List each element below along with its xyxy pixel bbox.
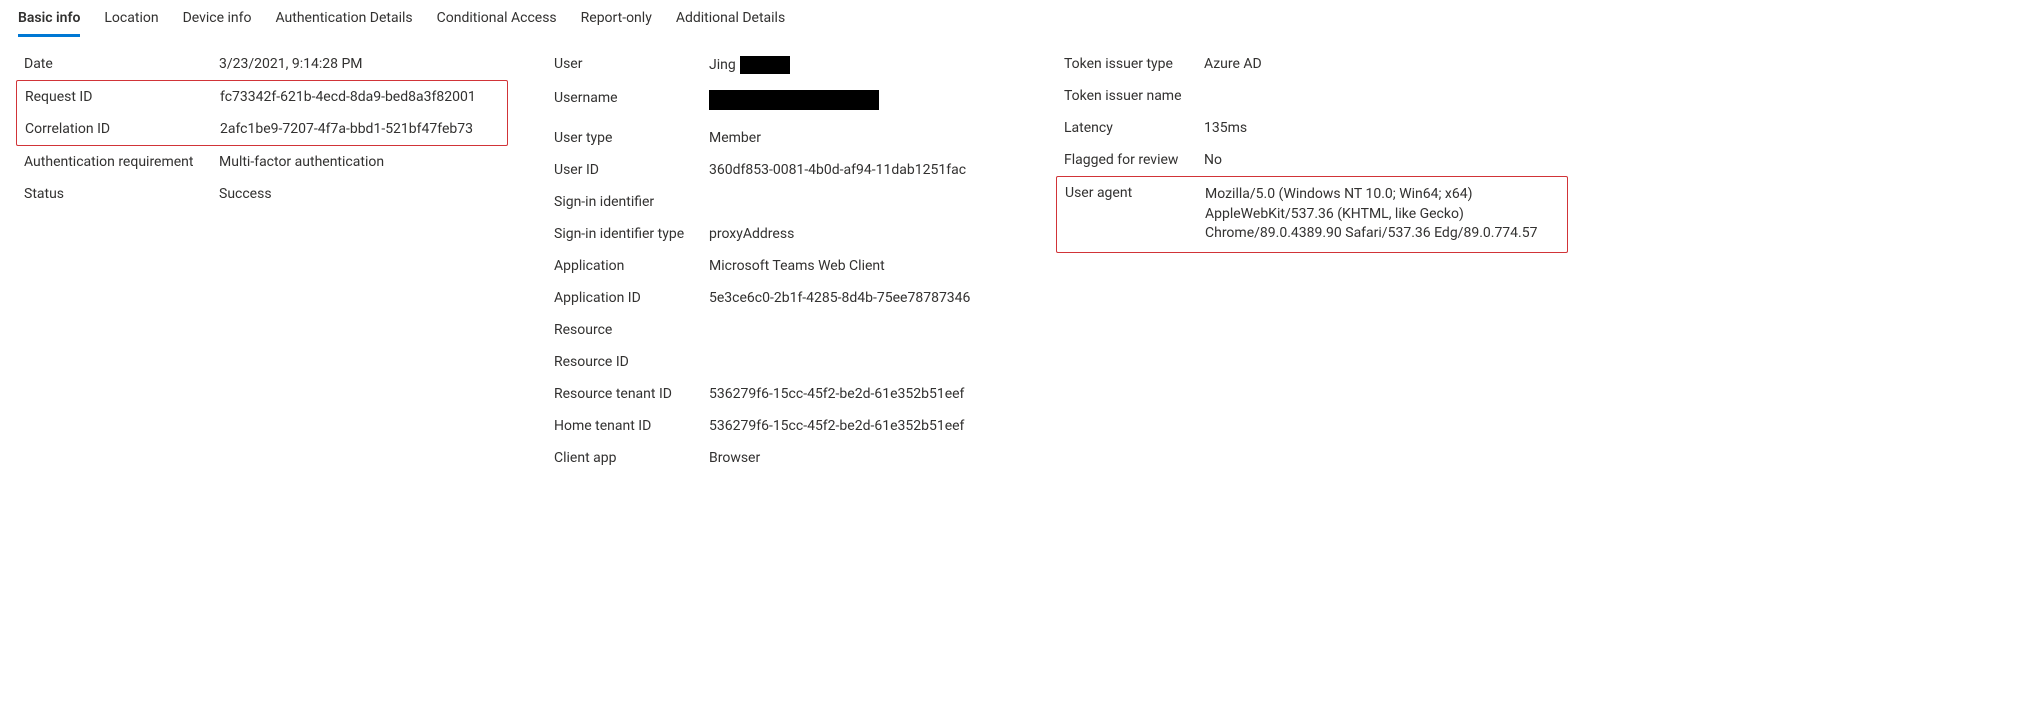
- row-request-id: Request ID fc73342f-621b-4ecd-8da9-bed8a…: [17, 81, 507, 113]
- label-signin-identifier-type: Sign-in identifier type: [554, 226, 709, 242]
- row-flagged: Flagged for review No: [1058, 144, 1568, 176]
- value-resource-tenant-id: 536279f6-15cc-45f2-be2d-61e352b51eef: [709, 386, 1012, 402]
- row-application-id: Application ID 5e3ce6c0-2b1f-4285-8d4b-7…: [548, 282, 1018, 314]
- label-date: Date: [24, 56, 219, 72]
- row-latency: Latency 135ms: [1058, 112, 1568, 144]
- value-signin-identifier-type: proxyAddress: [709, 226, 1012, 242]
- label-user-agent: User agent: [1065, 185, 1205, 201]
- value-correlation-id: 2afc1be9-7207-4f7a-bbd1-521bf47feb73: [220, 121, 501, 137]
- redacted-user-surname: [740, 56, 790, 74]
- tab-report-only[interactable]: Report-only: [581, 6, 652, 37]
- label-latency: Latency: [1064, 120, 1204, 136]
- row-home-tenant-id: Home tenant ID 536279f6-15cc-45f2-be2d-6…: [548, 410, 1018, 442]
- row-username: Username: [548, 82, 1018, 122]
- tab-basic-info[interactable]: Basic info: [18, 6, 80, 37]
- row-token-issuer-name: Token issuer name: [1058, 80, 1568, 112]
- label-request-id: Request ID: [25, 89, 220, 105]
- row-resource: Resource: [548, 314, 1018, 346]
- label-flagged: Flagged for review: [1064, 152, 1204, 168]
- tab-location[interactable]: Location: [104, 6, 158, 37]
- label-application: Application: [554, 258, 709, 274]
- value-user-agent: Mozilla/5.0 (Windows NT 10.0; Win64; x64…: [1205, 185, 1561, 244]
- highlight-request-correlation: Request ID fc73342f-621b-4ecd-8da9-bed8a…: [16, 80, 508, 146]
- value-client-app: Browser: [709, 450, 1012, 466]
- row-user-type: User type Member: [548, 122, 1018, 154]
- label-auth-requirement: Authentication requirement: [24, 154, 219, 170]
- label-resource: Resource: [554, 322, 709, 338]
- tab-device-info[interactable]: Device info: [183, 6, 252, 37]
- label-home-tenant-id: Home tenant ID: [554, 418, 709, 434]
- value-latency: 135ms: [1204, 120, 1562, 136]
- row-application: Application Microsoft Teams Web Client: [548, 250, 1018, 282]
- row-signin-identifier-type: Sign-in identifier type proxyAddress: [548, 218, 1018, 250]
- user-link[interactable]: Jing: [709, 57, 736, 73]
- value-user-type: Member: [709, 130, 1012, 146]
- row-resource-id: Resource ID: [548, 346, 1018, 378]
- column-3: Token issuer type Azure AD Token issuer …: [1058, 48, 1568, 253]
- row-token-issuer-type: Token issuer type Azure AD: [1058, 48, 1568, 80]
- row-user: User Jing: [548, 48, 1018, 82]
- row-correlation-id: Correlation ID 2afc1be9-7207-4f7a-bbd1-5…: [17, 113, 507, 145]
- tab-bar: Basic info Location Device info Authenti…: [0, 0, 2044, 38]
- label-application-id: Application ID: [554, 290, 709, 306]
- value-date: 3/23/2021, 9:14:28 PM: [219, 56, 502, 72]
- label-resource-tenant-id: Resource tenant ID: [554, 386, 709, 402]
- label-username: Username: [554, 90, 709, 106]
- tab-conditional-access[interactable]: Conditional Access: [437, 6, 557, 37]
- value-request-id: fc73342f-621b-4ecd-8da9-bed8a3f82001: [220, 89, 501, 105]
- tab-additional-details[interactable]: Additional Details: [676, 6, 785, 37]
- label-user-type: User type: [554, 130, 709, 146]
- label-user-id: User ID: [554, 162, 709, 178]
- value-token-issuer-type: Azure AD: [1204, 56, 1562, 72]
- row-auth-requirement: Authentication requirement Multi-factor …: [18, 146, 508, 178]
- row-status: Status Success: [18, 178, 508, 210]
- value-status: Success: [219, 186, 502, 202]
- value-username: [709, 90, 1012, 114]
- value-user: Jing: [709, 56, 1012, 74]
- row-user-id: User ID 360df853-0081-4b0d-af94-11dab125…: [548, 154, 1018, 186]
- redacted-username: [709, 90, 879, 110]
- value-user-id: 360df853-0081-4b0d-af94-11dab1251fac: [709, 162, 1012, 178]
- label-signin-identifier: Sign-in identifier: [554, 194, 709, 210]
- label-resource-id: Resource ID: [554, 354, 709, 370]
- column-1: Date 3/23/2021, 9:14:28 PM Request ID fc…: [18, 48, 508, 210]
- value-auth-requirement: Multi-factor authentication: [219, 154, 502, 170]
- details-panel: Date 3/23/2021, 9:14:28 PM Request ID fc…: [0, 38, 2044, 494]
- column-2: User Jing Username User type Member User…: [548, 48, 1018, 474]
- label-user: User: [554, 56, 709, 72]
- label-status: Status: [24, 186, 219, 202]
- row-user-agent: User agent Mozilla/5.0 (Windows NT 10.0;…: [1057, 177, 1567, 252]
- value-application-id: 5e3ce6c0-2b1f-4285-8d4b-75ee78787346: [709, 290, 1012, 306]
- label-correlation-id: Correlation ID: [25, 121, 220, 137]
- label-token-issuer-name: Token issuer name: [1064, 88, 1204, 104]
- value-application: Microsoft Teams Web Client: [709, 258, 1012, 274]
- row-resource-tenant-id: Resource tenant ID 536279f6-15cc-45f2-be…: [548, 378, 1018, 410]
- tab-authentication-details[interactable]: Authentication Details: [275, 6, 412, 37]
- row-date: Date 3/23/2021, 9:14:28 PM: [18, 48, 508, 80]
- value-flagged: No: [1204, 152, 1562, 168]
- label-client-app: Client app: [554, 450, 709, 466]
- value-home-tenant-id: 536279f6-15cc-45f2-be2d-61e352b51eef: [709, 418, 1012, 434]
- label-token-issuer-type: Token issuer type: [1064, 56, 1204, 72]
- highlight-user-agent: User agent Mozilla/5.0 (Windows NT 10.0;…: [1056, 176, 1568, 253]
- row-signin-identifier: Sign-in identifier: [548, 186, 1018, 218]
- row-client-app: Client app Browser: [548, 442, 1018, 474]
